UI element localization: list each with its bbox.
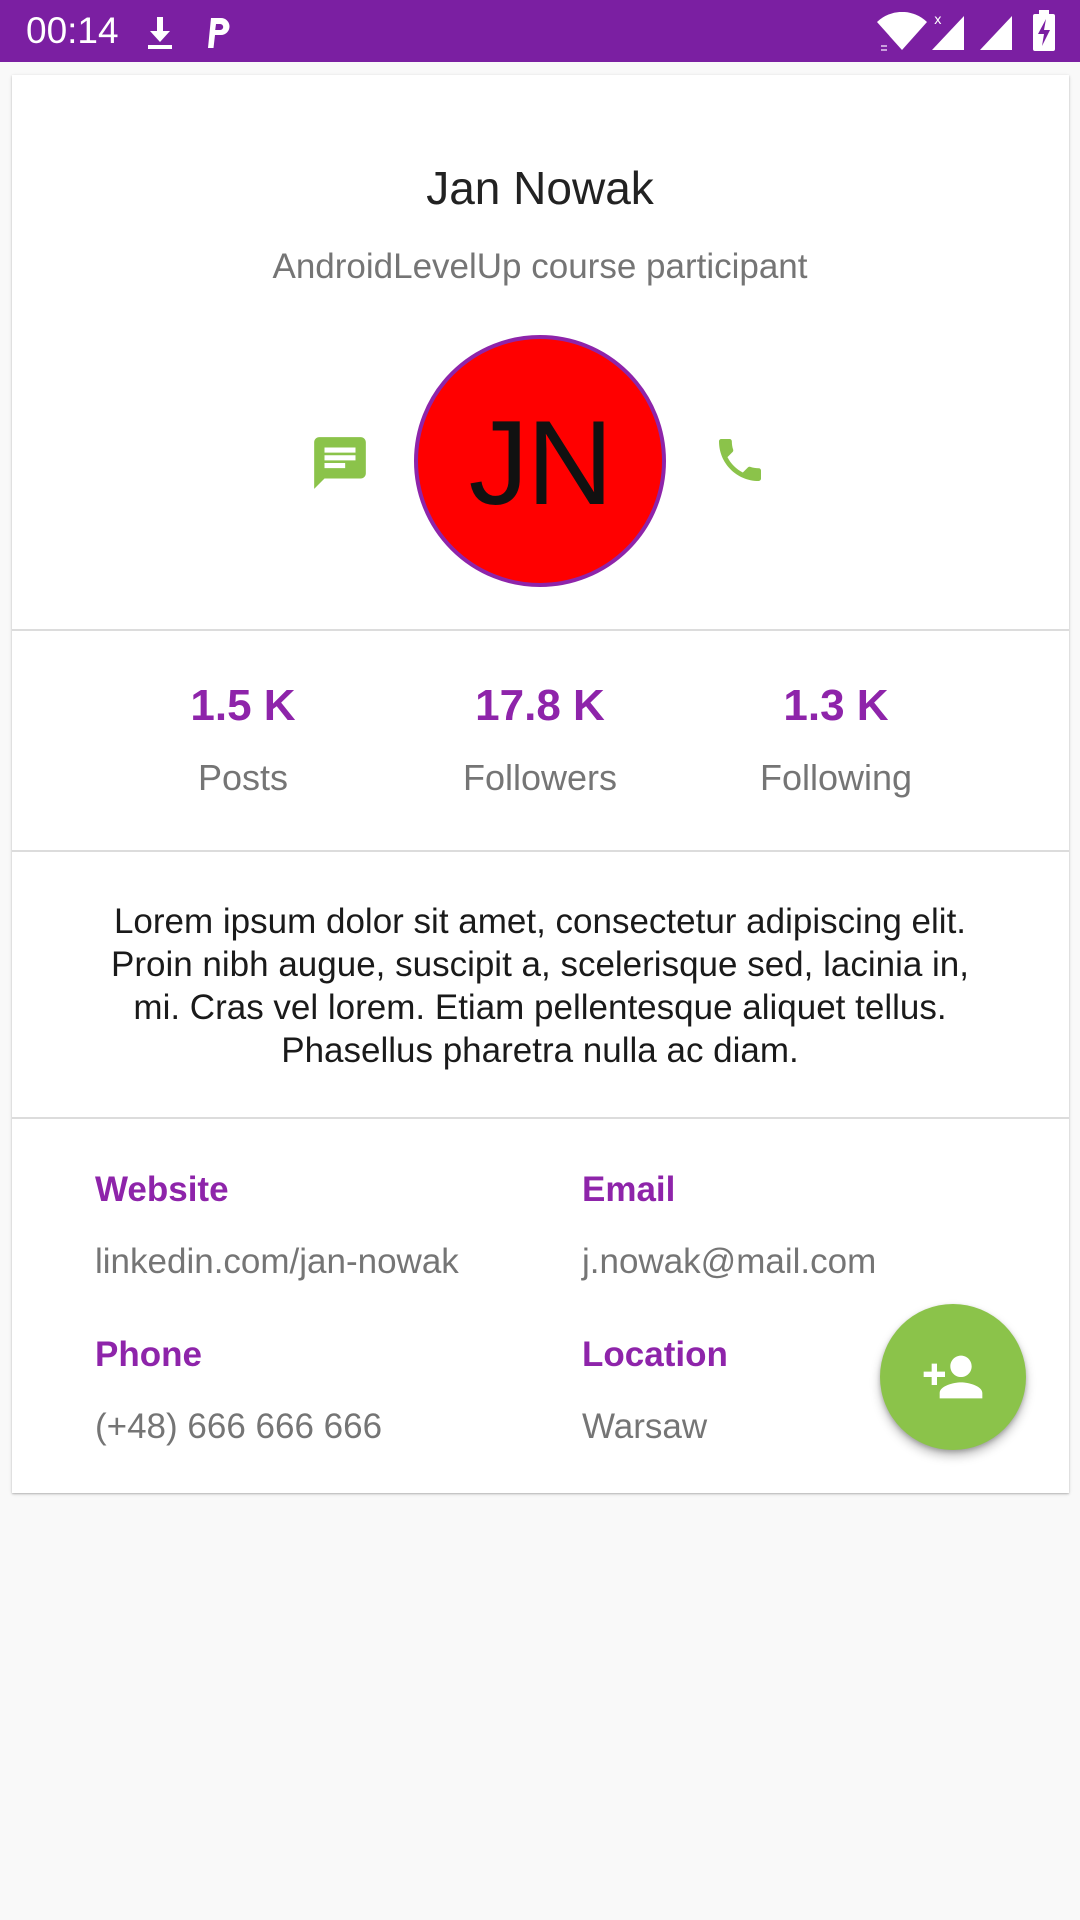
avatar[interactable]: JN — [414, 335, 666, 587]
avatar-initials: JN — [468, 396, 614, 530]
stat-label: Posts — [197, 757, 289, 798]
stat-label: Followers — [462, 757, 618, 798]
profile-subtitle: AndroidLevelUp course participant — [272, 247, 808, 286]
location-value: Warsaw — [582, 1407, 708, 1446]
stat-label: Following — [759, 757, 913, 798]
phone-label: Phone — [95, 1335, 202, 1374]
signal-strength-icon — [980, 16, 1012, 50]
email-value[interactable]: j.nowak@mail.com — [582, 1240, 876, 1284]
message-icon[interactable] — [309, 432, 371, 494]
download-icon — [148, 17, 172, 49]
svg-text:x: x — [934, 13, 942, 28]
location-label: Location — [582, 1335, 728, 1374]
add-friend-button[interactable] — [880, 1304, 1026, 1450]
divider — [12, 850, 1069, 852]
parking-app-icon — [208, 18, 230, 48]
stat-posts[interactable]: 1.5 K Posts — [93, 678, 393, 800]
divider — [12, 629, 1069, 631]
add-person-icon — [923, 1355, 983, 1399]
website-value[interactable]: linkedin.com/jan-nowak — [95, 1240, 459, 1284]
stat-value: 1.3 K — [783, 681, 889, 730]
website-label: Website — [95, 1170, 229, 1209]
stat-followers[interactable]: 17.8 K Followers — [390, 678, 690, 800]
phone-icon[interactable] — [712, 432, 768, 488]
profile-name: Jan Nowak — [426, 162, 654, 214]
signal-icon: x — [932, 13, 964, 50]
status-bar: 00:14 x — [0, 0, 1080, 62]
bio-text: Lorem ipsum dolor sit amet, consectetur … — [111, 902, 969, 1070]
stat-following[interactable]: 1.3 K Following — [686, 678, 986, 800]
phone-value[interactable]: (+48) 666 666 666 — [95, 1405, 382, 1449]
battery-charging-icon — [1033, 10, 1055, 51]
divider — [12, 1117, 1069, 1119]
stat-value: 17.8 K — [475, 681, 605, 730]
stat-value: 1.5 K — [190, 681, 296, 730]
status-time: 00:14 — [26, 10, 119, 51]
wifi-icon — [877, 12, 927, 51]
email-label: Email — [582, 1170, 676, 1209]
